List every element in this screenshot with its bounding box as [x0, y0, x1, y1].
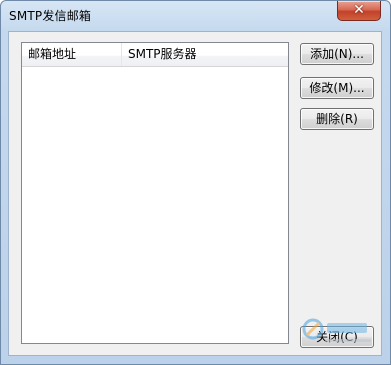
- window-title: SMTP发信邮箱: [9, 9, 92, 23]
- edit-button[interactable]: 修改(M)...: [300, 77, 374, 99]
- title-bar[interactable]: SMTP发信邮箱 ✕: [1, 1, 390, 31]
- column-header-mailbox-address[interactable]: 邮箱地址: [22, 43, 122, 66]
- dialog-window: SMTP发信邮箱 ✕ 邮箱地址 SMTP服务器 添加(N)... 修改(M)..…: [0, 0, 391, 365]
- delete-button[interactable]: 删除(R): [300, 108, 374, 130]
- window-close-button[interactable]: ✕: [337, 1, 381, 21]
- column-header-smtp-server[interactable]: SMTP服务器: [122, 43, 288, 66]
- close-button[interactable]: 关闭(C): [300, 326, 374, 348]
- dialog-client-area: 邮箱地址 SMTP服务器 添加(N)... 修改(M)... 删除(R) 关闭(…: [8, 31, 382, 356]
- list-header: 邮箱地址 SMTP服务器: [22, 43, 288, 67]
- add-button[interactable]: 添加(N)...: [300, 43, 374, 65]
- close-icon: ✕: [353, 2, 365, 18]
- smtp-mailbox-list[interactable]: 邮箱地址 SMTP服务器: [21, 42, 289, 344]
